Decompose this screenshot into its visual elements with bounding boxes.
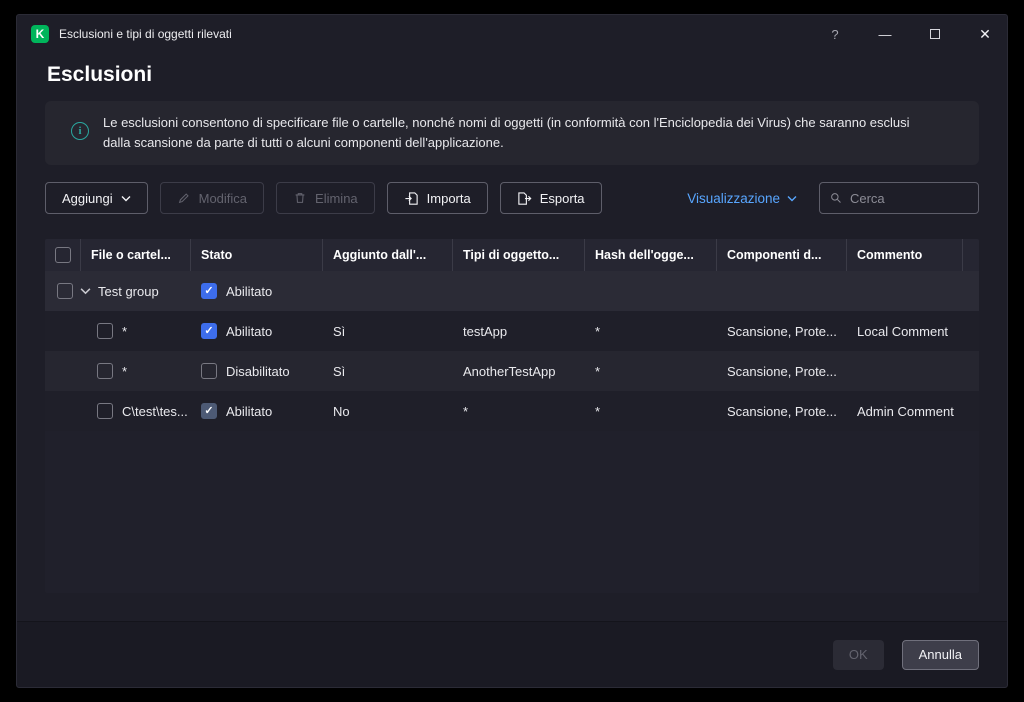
added-by-cell: Sì <box>333 363 346 379</box>
table-group-row[interactable]: Test group Abilitato <box>45 271 979 311</box>
status-cell: Abilitato <box>191 403 323 419</box>
add-button-label: Aggiungi <box>62 190 113 206</box>
column-header-status[interactable]: Stato <box>191 239 323 271</box>
pencil-icon <box>178 193 189 204</box>
toolbar: Aggiungi Modifica Elimina Importa Esport… <box>45 181 979 215</box>
minimize-icon: — <box>878 26 892 42</box>
expand-chevron-icon[interactable] <box>80 287 91 295</box>
table-row[interactable]: * Abilitato Sì testApp * Scansione, Prot… <box>45 311 979 351</box>
column-header-file[interactable]: File o cartel... <box>81 239 191 271</box>
file-value: * <box>122 323 128 339</box>
view-dropdown-label: Visualizzazione <box>687 190 780 206</box>
window-controls: ? — ✕ <box>827 24 993 44</box>
close-icon: ✕ <box>979 25 991 42</box>
status-checkbox[interactable] <box>201 363 217 379</box>
status-label: Disabilitato <box>226 363 290 379</box>
search-icon <box>831 193 841 203</box>
info-banner: Le esclusioni consentono di specificare … <box>45 101 979 165</box>
column-header-added-by[interactable]: Aggiunto dall'... <box>323 239 453 271</box>
import-button-label: Importa <box>426 190 471 206</box>
select-all-header-cell <box>45 239 81 271</box>
components-cell: Scansione, Prote... <box>727 403 837 419</box>
dialog-footer: OK Annulla <box>17 621 1007 687</box>
edit-button-label: Modifica <box>198 190 248 206</box>
export-icon <box>518 191 532 205</box>
row-select-checkbox[interactable] <box>57 283 73 299</box>
search-input[interactable] <box>849 190 968 206</box>
view-dropdown[interactable]: Visualizzazione <box>687 191 797 206</box>
column-header-components[interactable]: Componenti d... <box>717 239 847 271</box>
status-checkbox[interactable] <box>201 323 217 339</box>
file-cell: * <box>45 323 191 339</box>
group-name-cell: Test group <box>45 283 191 299</box>
import-button[interactable]: Importa <box>386 182 488 214</box>
row-select-checkbox[interactable] <box>97 403 113 419</box>
edit-button[interactable]: Modifica <box>159 182 265 214</box>
export-button-label: Esporta <box>539 190 585 206</box>
chevron-down-icon <box>787 195 797 201</box>
row-select-checkbox[interactable] <box>97 363 113 379</box>
table-empty-area <box>45 431 979 593</box>
window-title: Esclusioni e tipi di oggetti rilevati <box>59 27 232 41</box>
column-spacer <box>963 239 979 271</box>
status-checkbox[interactable] <box>201 283 217 299</box>
components-cell: Scansione, Prote... <box>727 323 837 339</box>
help-icon: ? <box>831 26 839 42</box>
table-row[interactable]: * Disabilitato Sì AnotherTestApp * Scans… <box>45 351 979 391</box>
added-by-cell: Sì <box>333 323 346 339</box>
file-value: * <box>122 363 128 379</box>
import-icon <box>405 191 418 205</box>
exclusions-dialog-window: K Esclusioni e tipi di oggetti rilevati … <box>16 14 1008 688</box>
ok-button[interactable]: OK <box>832 639 884 670</box>
group-status-cell: Abilitato <box>191 283 323 299</box>
search-box <box>819 182 979 214</box>
status-cell: Disabilitato <box>191 363 323 379</box>
chevron-down-icon <box>121 195 131 201</box>
status-label: Abilitato <box>226 323 273 339</box>
toolbar-right: Visualizzazione <box>687 182 979 214</box>
status-checkbox[interactable] <box>201 403 217 419</box>
add-button[interactable]: Aggiungi <box>45 182 148 214</box>
trash-icon <box>295 193 305 203</box>
comment-cell: Local Comment <box>857 323 949 339</box>
group-name: Test group <box>98 283 159 299</box>
titlebar: K Esclusioni e tipi di oggetti rilevati … <box>17 15 1007 53</box>
info-icon <box>71 122 89 140</box>
info-banner-text: Le esclusioni consentono di specificare … <box>103 115 910 150</box>
object-types-cell: * <box>463 403 469 419</box>
comment-cell: Admin Comment <box>857 403 954 419</box>
minimize-button[interactable]: — <box>877 24 893 44</box>
hash-cell: * <box>595 403 601 419</box>
row-select-checkbox[interactable] <box>97 323 113 339</box>
delete-button[interactable]: Elimina <box>276 182 375 214</box>
maximize-icon <box>930 29 940 39</box>
export-button[interactable]: Esporta <box>499 182 602 214</box>
status-label: Abilitato <box>226 283 273 299</box>
table-row[interactable]: C\test\tes... Abilitato No * * Scansione… <box>45 391 979 431</box>
hash-cell: * <box>595 363 601 379</box>
column-header-comment[interactable]: Commento <box>847 239 963 271</box>
object-types-cell: AnotherTestApp <box>463 363 556 379</box>
hash-cell: * <box>595 323 601 339</box>
page-title: Esclusioni <box>47 63 153 86</box>
components-cell: Scansione, Prote... <box>727 363 837 379</box>
status-label: Abilitato <box>226 403 273 419</box>
delete-button-label: Elimina <box>315 190 358 206</box>
file-value: C\test\tes... <box>122 403 188 419</box>
table-header-row: File o cartel... Stato Aggiunto dall'...… <box>45 239 979 271</box>
select-all-checkbox[interactable] <box>54 247 71 263</box>
help-button[interactable]: ? <box>827 24 843 44</box>
file-cell: C\test\tes... <box>45 403 191 419</box>
column-header-object-types[interactable]: Tipi di oggetto... <box>453 239 585 271</box>
column-header-hash[interactable]: Hash dell'ogge... <box>585 239 717 271</box>
close-button[interactable]: ✕ <box>977 24 993 44</box>
kaspersky-logo-icon: K <box>31 25 49 43</box>
file-cell: * <box>45 363 191 379</box>
added-by-cell: No <box>333 403 350 419</box>
object-types-cell: testApp <box>463 323 508 339</box>
maximize-button[interactable] <box>927 24 943 44</box>
status-cell: Abilitato <box>191 323 323 339</box>
exclusions-table: File o cartel... Stato Aggiunto dall'...… <box>45 239 979 593</box>
cancel-button[interactable]: Annulla <box>901 639 979 670</box>
